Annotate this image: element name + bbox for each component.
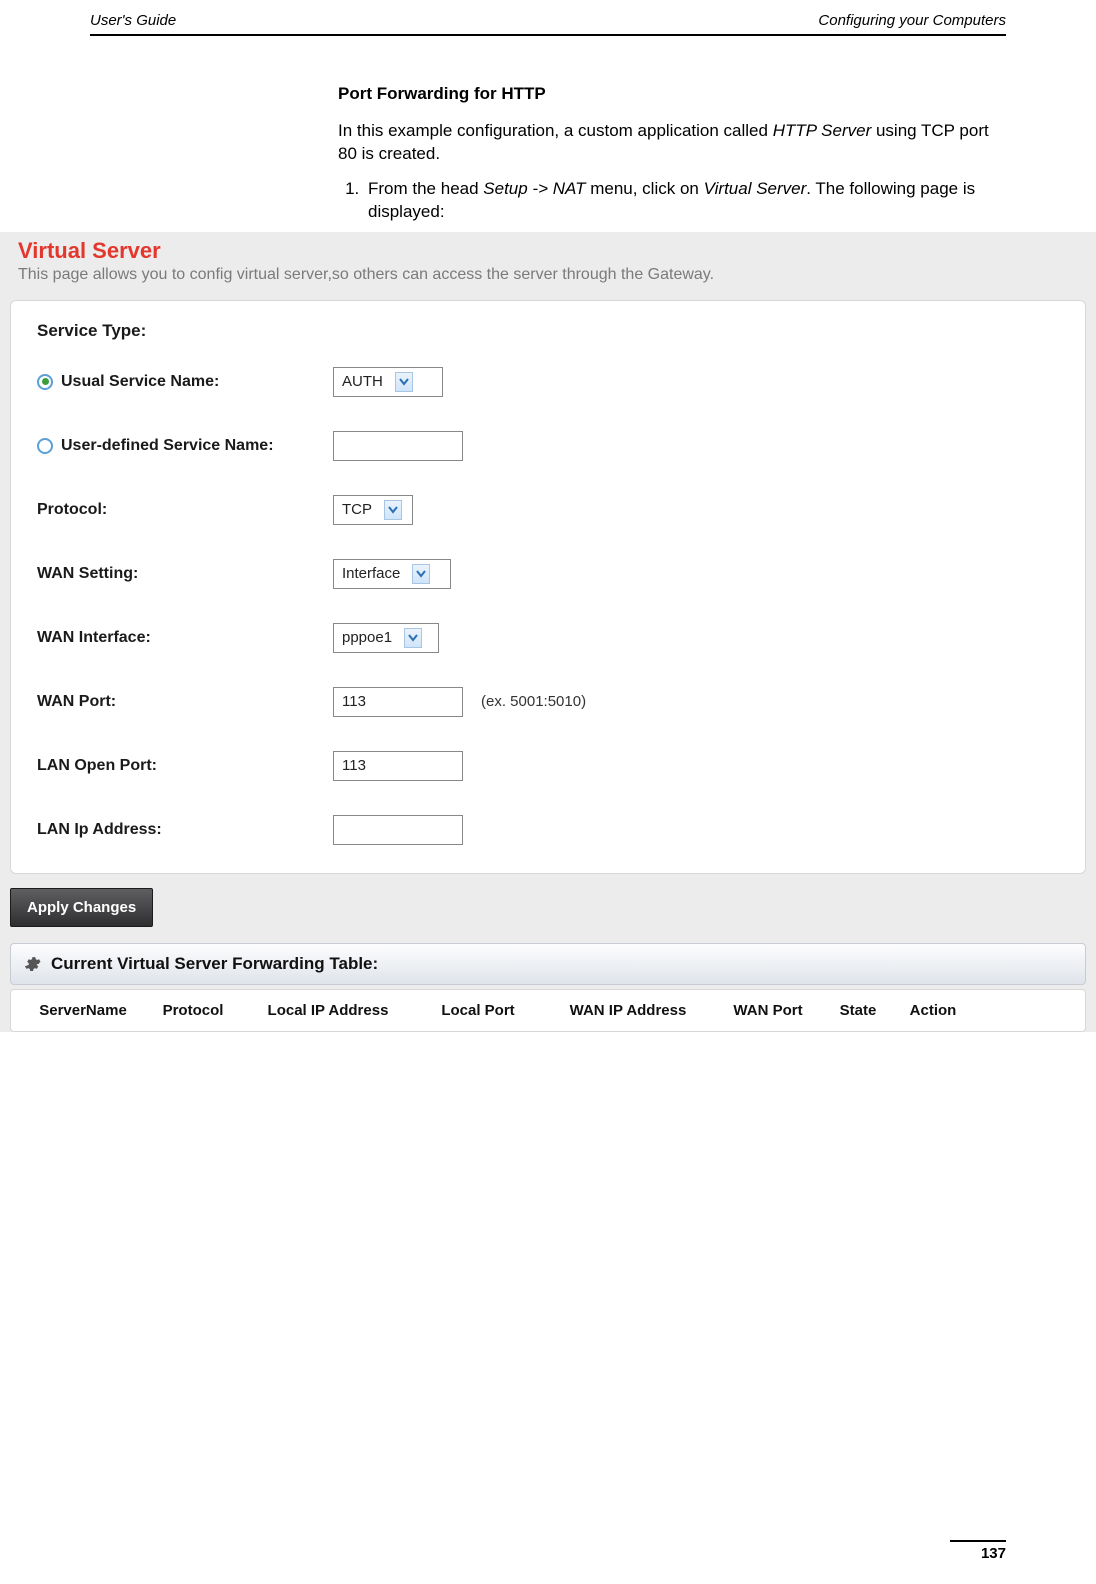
userdef-service-input[interactable] [333,431,463,461]
apply-changes-button[interactable]: Apply Changes [10,888,153,927]
step1-b: menu, click on [585,179,703,198]
step1-em2: Virtual Server [704,179,807,198]
step-1: From the head Setup -> NAT menu, click o… [364,178,1006,224]
userdef-service-radio[interactable] [37,438,53,454]
intro-em: HTTP Server [773,121,872,140]
intro-paragraph: In this example configuration, a custom … [338,120,1006,166]
service-type-label: Service Type: [37,321,1059,341]
gear-icon [23,955,41,973]
usual-service-select[interactable]: AUTH [333,367,443,397]
header-rule [90,34,1006,36]
chevron-down-icon [395,372,413,392]
wan-interface-value: pppoe1 [342,629,392,646]
col-local-ip: Local IP Address [243,1002,413,1019]
lan-open-port-input[interactable]: 113 [333,751,463,781]
wan-setting-select[interactable]: Interface [333,559,451,589]
protocol-value: TCP [342,501,372,518]
lan-open-port-label: LAN Open Port: [37,757,157,775]
forwarding-table-header: Current Virtual Server Forwarding Table: [10,943,1086,985]
wan-setting-label: WAN Setting: [37,565,138,583]
wan-setting-value: Interface [342,565,400,582]
lan-ip-label: LAN Ip Address: [37,821,162,839]
chevron-down-icon [384,500,402,520]
chevron-down-icon [404,628,422,648]
wan-port-hint: (ex. 5001:5010) [481,693,586,710]
col-local-port: Local Port [413,1002,543,1019]
usual-service-value: AUTH [342,373,383,390]
col-wan-port: WAN Port [713,1002,823,1019]
form-panel: Service Type: Usual Service Name: AUTH U… [10,300,1086,874]
col-action: Action [893,1002,973,1019]
page-number-rule [950,1540,1006,1542]
col-state: State [823,1002,893,1019]
step1-a: From the head [368,179,483,198]
wan-port-input[interactable]: 113 [333,687,463,717]
usual-service-radio[interactable] [37,374,53,390]
wan-interface-label: WAN Interface: [37,629,151,647]
page-number: 137 [981,1545,1006,1562]
wan-port-value: 113 [342,693,366,710]
protocol-label: Protocol: [37,501,107,519]
wan-port-label: WAN Port: [37,693,116,711]
col-servername: ServerName [23,1002,143,1019]
lan-open-port-value: 113 [342,757,366,774]
col-protocol: Protocol [143,1002,243,1019]
forwarding-table-columns: ServerName Protocol Local IP Address Loc… [10,989,1086,1032]
col-wan-ip: WAN IP Address [543,1002,713,1019]
intro-text-1: In this example configuration, a custom … [338,121,773,140]
page-number-value: 137 [981,1545,1006,1562]
router-screenshot: Virtual Server This page allows you to c… [0,232,1096,1032]
header-right: Configuring your Computers [818,12,1006,29]
userdef-service-label: User-defined Service Name: [61,437,274,455]
section-title: Port Forwarding for HTTP [338,83,1006,106]
header-left: User's Guide [90,12,176,29]
lan-ip-input[interactable] [333,815,463,845]
protocol-select[interactable]: TCP [333,495,413,525]
step1-em1: Setup -> NAT [483,179,585,198]
usual-service-label: Usual Service Name: [61,373,219,391]
page-subtitle: This page allows you to config virtual s… [10,266,1086,300]
wan-interface-select[interactable]: pppoe1 [333,623,439,653]
page-title: Virtual Server [10,232,1086,266]
forwarding-table-title: Current Virtual Server Forwarding Table: [51,954,378,974]
chevron-down-icon [412,564,430,584]
